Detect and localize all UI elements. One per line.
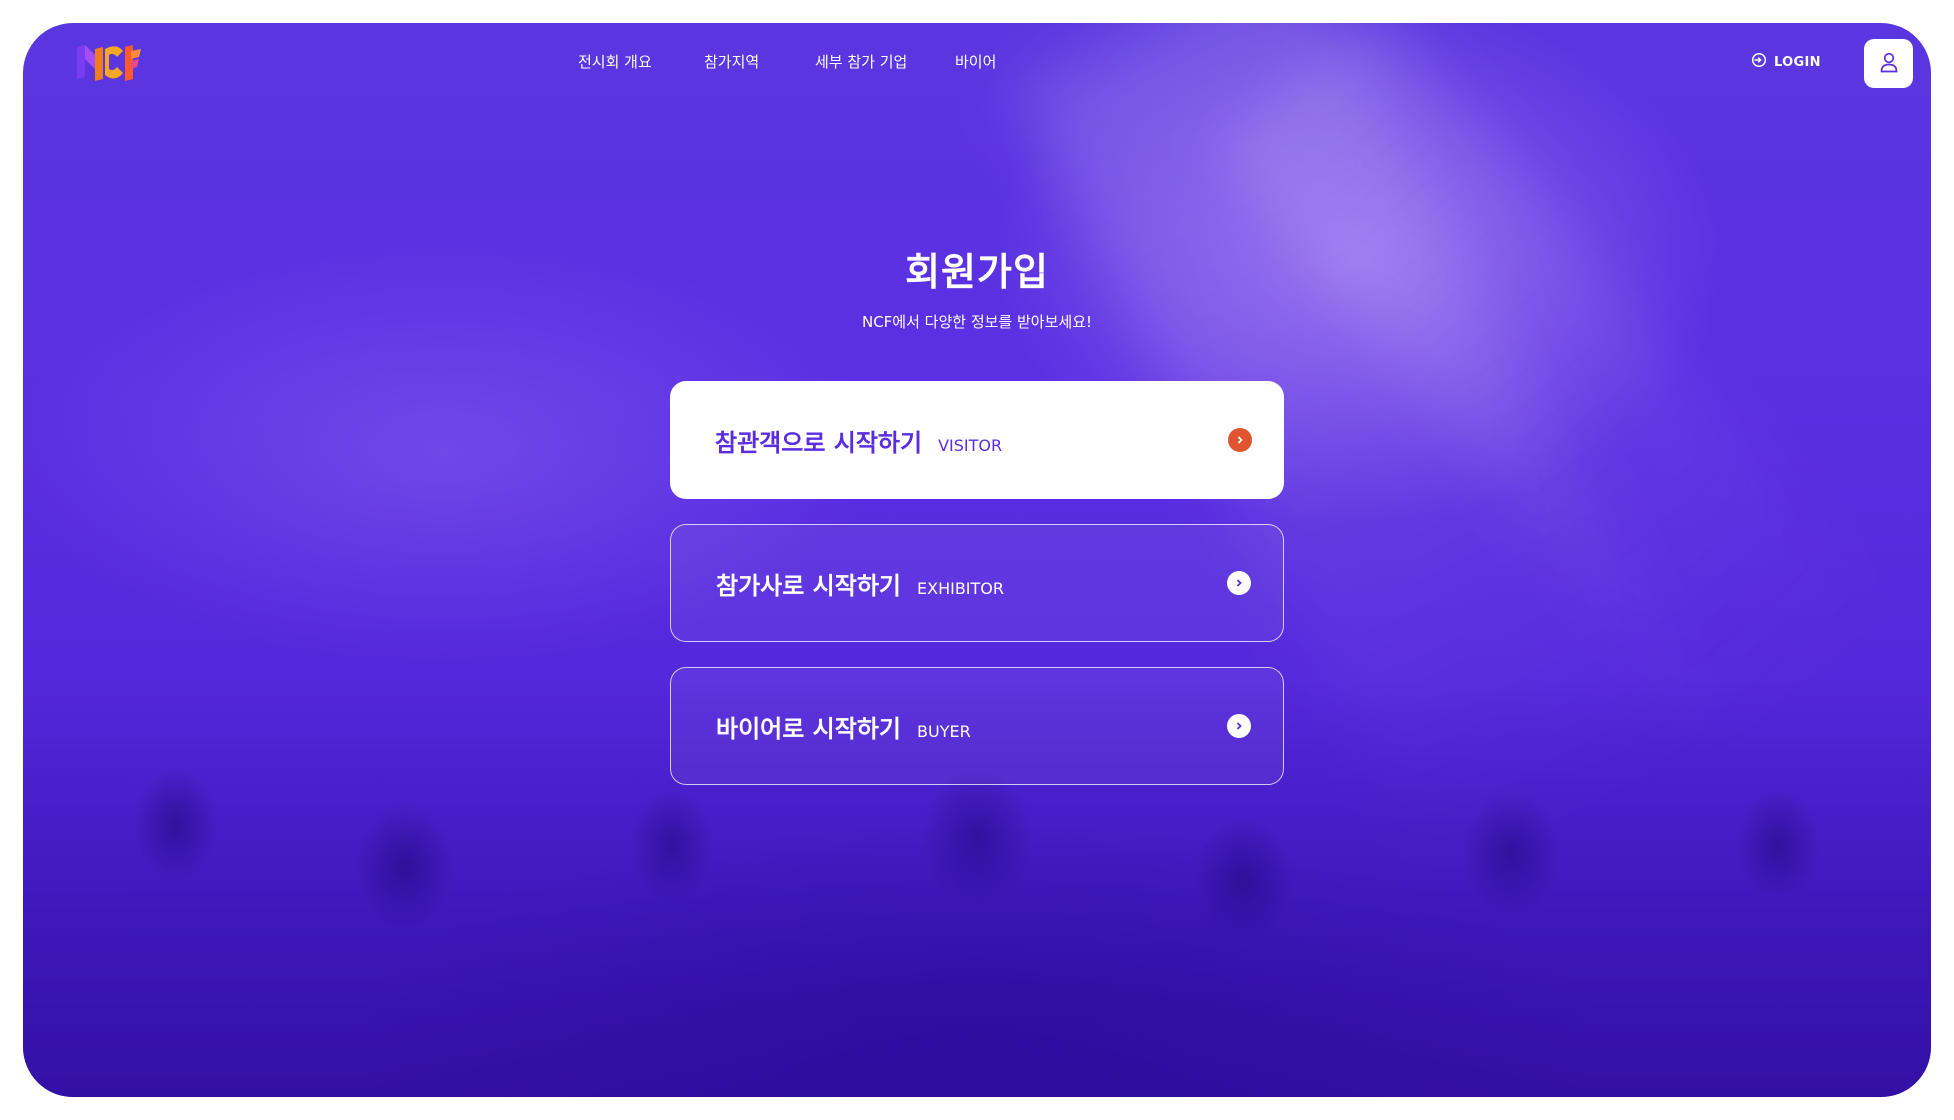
card-subtitle: BUYER [917,721,971,741]
nav-item-buyer[interactable]: 바이어 [955,51,996,72]
card-title: 참관객으로 시작하기 VISITOR [715,423,1002,458]
chevron-right-icon [1227,714,1251,738]
nav-item-participating-companies[interactable]: 세부 참가 기업 [815,51,907,72]
nav-item-exhibition-overview[interactable]: 전시회 개요 [578,51,652,72]
page-frame: 전시회 개요 참가지역 세부 참가 기업 바이어 LOGIN 회원가입 NCF에… [23,23,1931,1097]
card-title: 참가사로 시작하기 EXHIBITOR [716,566,1004,601]
stage-light-beam [1211,23,1895,761]
login-link[interactable]: LOGIN [1751,52,1821,72]
chevron-right-icon [1227,571,1251,595]
page-subtitle: NCF에서 다양한 정보를 받아보세요! [861,313,1093,331]
page-title: 회원가입 [905,250,1049,294]
nav-item-participating-regions[interactable]: 참가지역 [704,51,759,72]
chevron-right-icon [1228,428,1252,452]
user-button[interactable] [1864,39,1913,88]
card-title-text: 참가사로 시작하기 [716,571,901,600]
card-title-text: 바이어로 시작하기 [716,714,901,743]
visitor-signup-button[interactable]: 참관객으로 시작하기 VISITOR [670,381,1284,499]
user-icon [1879,51,1899,77]
card-subtitle: EXHIBITOR [917,578,1004,598]
buyer-signup-button[interactable]: 바이어로 시작하기 BUYER [670,667,1284,785]
login-label: LOGIN [1774,54,1821,70]
exhibitor-signup-button[interactable]: 참가사로 시작하기 EXHIBITOR [670,524,1284,642]
card-title: 바이어로 시작하기 BUYER [716,709,971,744]
login-icon [1751,52,1767,72]
card-title-text: 참관객으로 시작하기 [715,428,923,457]
main-nav: 전시회 개요 참가지역 세부 참가 기업 바이어 [23,51,1931,81]
card-subtitle: VISITOR [938,435,1003,455]
